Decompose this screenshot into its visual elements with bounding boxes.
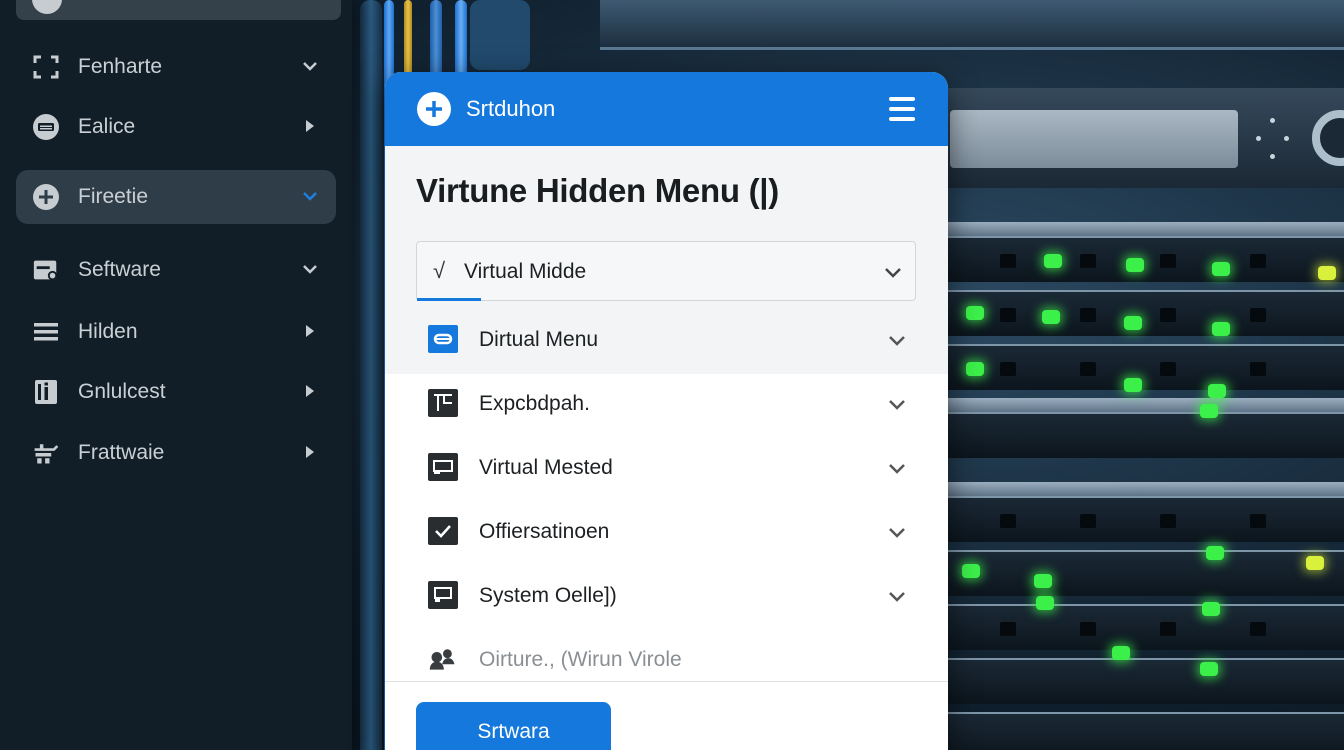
add-icon[interactable]	[417, 92, 451, 126]
sidebar-item-fireetie[interactable]: Fireetie	[16, 170, 336, 224]
caret-right-icon	[300, 380, 320, 402]
hamburger-menu-icon[interactable]	[889, 97, 915, 121]
sidebar-item-label: Seftware	[78, 258, 161, 281]
chevron-down-icon	[885, 392, 909, 416]
tools-icon	[32, 440, 60, 466]
chevron-down-icon	[881, 260, 905, 284]
chevron-down-icon	[885, 456, 909, 480]
sidebar-item-ealice[interactable]: Ealice	[16, 100, 336, 154]
chevron-down-icon	[300, 185, 320, 207]
sidebar-item-frattwaie[interactable]: Frattwaie	[16, 426, 336, 480]
menu-item-label: Dirtual Menu	[479, 328, 599, 351]
frame-icon	[32, 54, 60, 80]
menu-item-virtual-mested[interactable]: Virtual Mested	[385, 436, 948, 500]
menu-item-label: Oirture., (Wirun Virole	[479, 648, 682, 671]
chevron-down-icon	[300, 55, 320, 77]
menu-item-expcbdpah[interactable]: Expcbdpah.	[385, 372, 948, 436]
keyboard-icon	[32, 114, 60, 140]
sidebar-item-label: Ealice	[78, 115, 136, 138]
menu-item-dirtual-menu[interactable]: Dirtual Menu	[385, 308, 948, 372]
window-icon	[428, 325, 458, 353]
menu-item-label: Offiersatinoen	[479, 520, 610, 543]
list-icon	[32, 319, 60, 345]
sidebar-item-fenharte[interactable]: Fenharte	[16, 40, 336, 94]
caret-right-icon	[300, 115, 320, 137]
sidebar-item-gnlulcest[interactable]: Gnlulcest	[16, 365, 336, 419]
caret-right-icon	[300, 441, 320, 463]
sidebar-item-label: Frattwaie	[78, 441, 165, 464]
circle-icon	[32, 0, 62, 14]
people-icon	[428, 645, 458, 673]
sidebar-item-seftware[interactable]: Seftware	[16, 243, 336, 297]
sidebar-item-label: Gnlulcest	[78, 380, 166, 403]
chevron-down-icon	[885, 584, 909, 608]
select-focus-underline	[417, 298, 481, 301]
sidebar: Fenharte Ealice Fireetie Seftware Hilden…	[0, 0, 352, 750]
chevron-down-icon	[300, 258, 320, 280]
menu-item-label: Expcbdpah.	[479, 392, 590, 415]
mode-select-value: Virtual Midde	[464, 260, 587, 283]
card-icon	[428, 453, 458, 481]
plus-circle-icon	[32, 184, 60, 210]
menu-item-label: Virtual Mested	[479, 456, 613, 479]
hidden-menu-panel: Srtduhon Virtune Hidden Menu (|) √ Virtu…	[385, 72, 948, 750]
panel-header: Srtduhon	[385, 72, 948, 146]
caret-right-icon	[300, 320, 320, 342]
terminal-icon	[428, 389, 458, 417]
page-title: Virtune Hidden Menu (|)	[416, 172, 779, 209]
sidebar-item-top-partial[interactable]	[16, 0, 341, 20]
primary-button[interactable]: Srtwara	[416, 702, 611, 750]
display-icon	[428, 581, 458, 609]
check-box-icon	[428, 517, 458, 545]
check-icon: √	[433, 258, 446, 283]
menu-item-footer[interactable]: Oirture., (Wirun Virole	[385, 628, 948, 692]
sidebar-item-label: Hilden	[78, 320, 138, 343]
chevron-down-icon	[885, 520, 909, 544]
menu-item-system-oelle[interactable]: System Oelle])	[385, 564, 948, 628]
menu-item-offiersatinoen[interactable]: Offiersatinoen	[385, 500, 948, 564]
divider	[385, 681, 948, 682]
sidebar-item-label: Fireetie	[78, 185, 149, 208]
sidebar-item-hilden[interactable]: Hilden	[16, 305, 336, 359]
sidebar-item-label: Fenharte	[78, 55, 163, 78]
calendar-icon	[32, 257, 60, 283]
mode-select[interactable]: √ Virtual Midde	[416, 241, 916, 301]
info-card-icon	[32, 379, 60, 405]
menu-item-label: System Oelle])	[479, 584, 617, 607]
chevron-down-icon	[885, 328, 909, 352]
panel-header-title: Srtduhon	[466, 96, 556, 121]
